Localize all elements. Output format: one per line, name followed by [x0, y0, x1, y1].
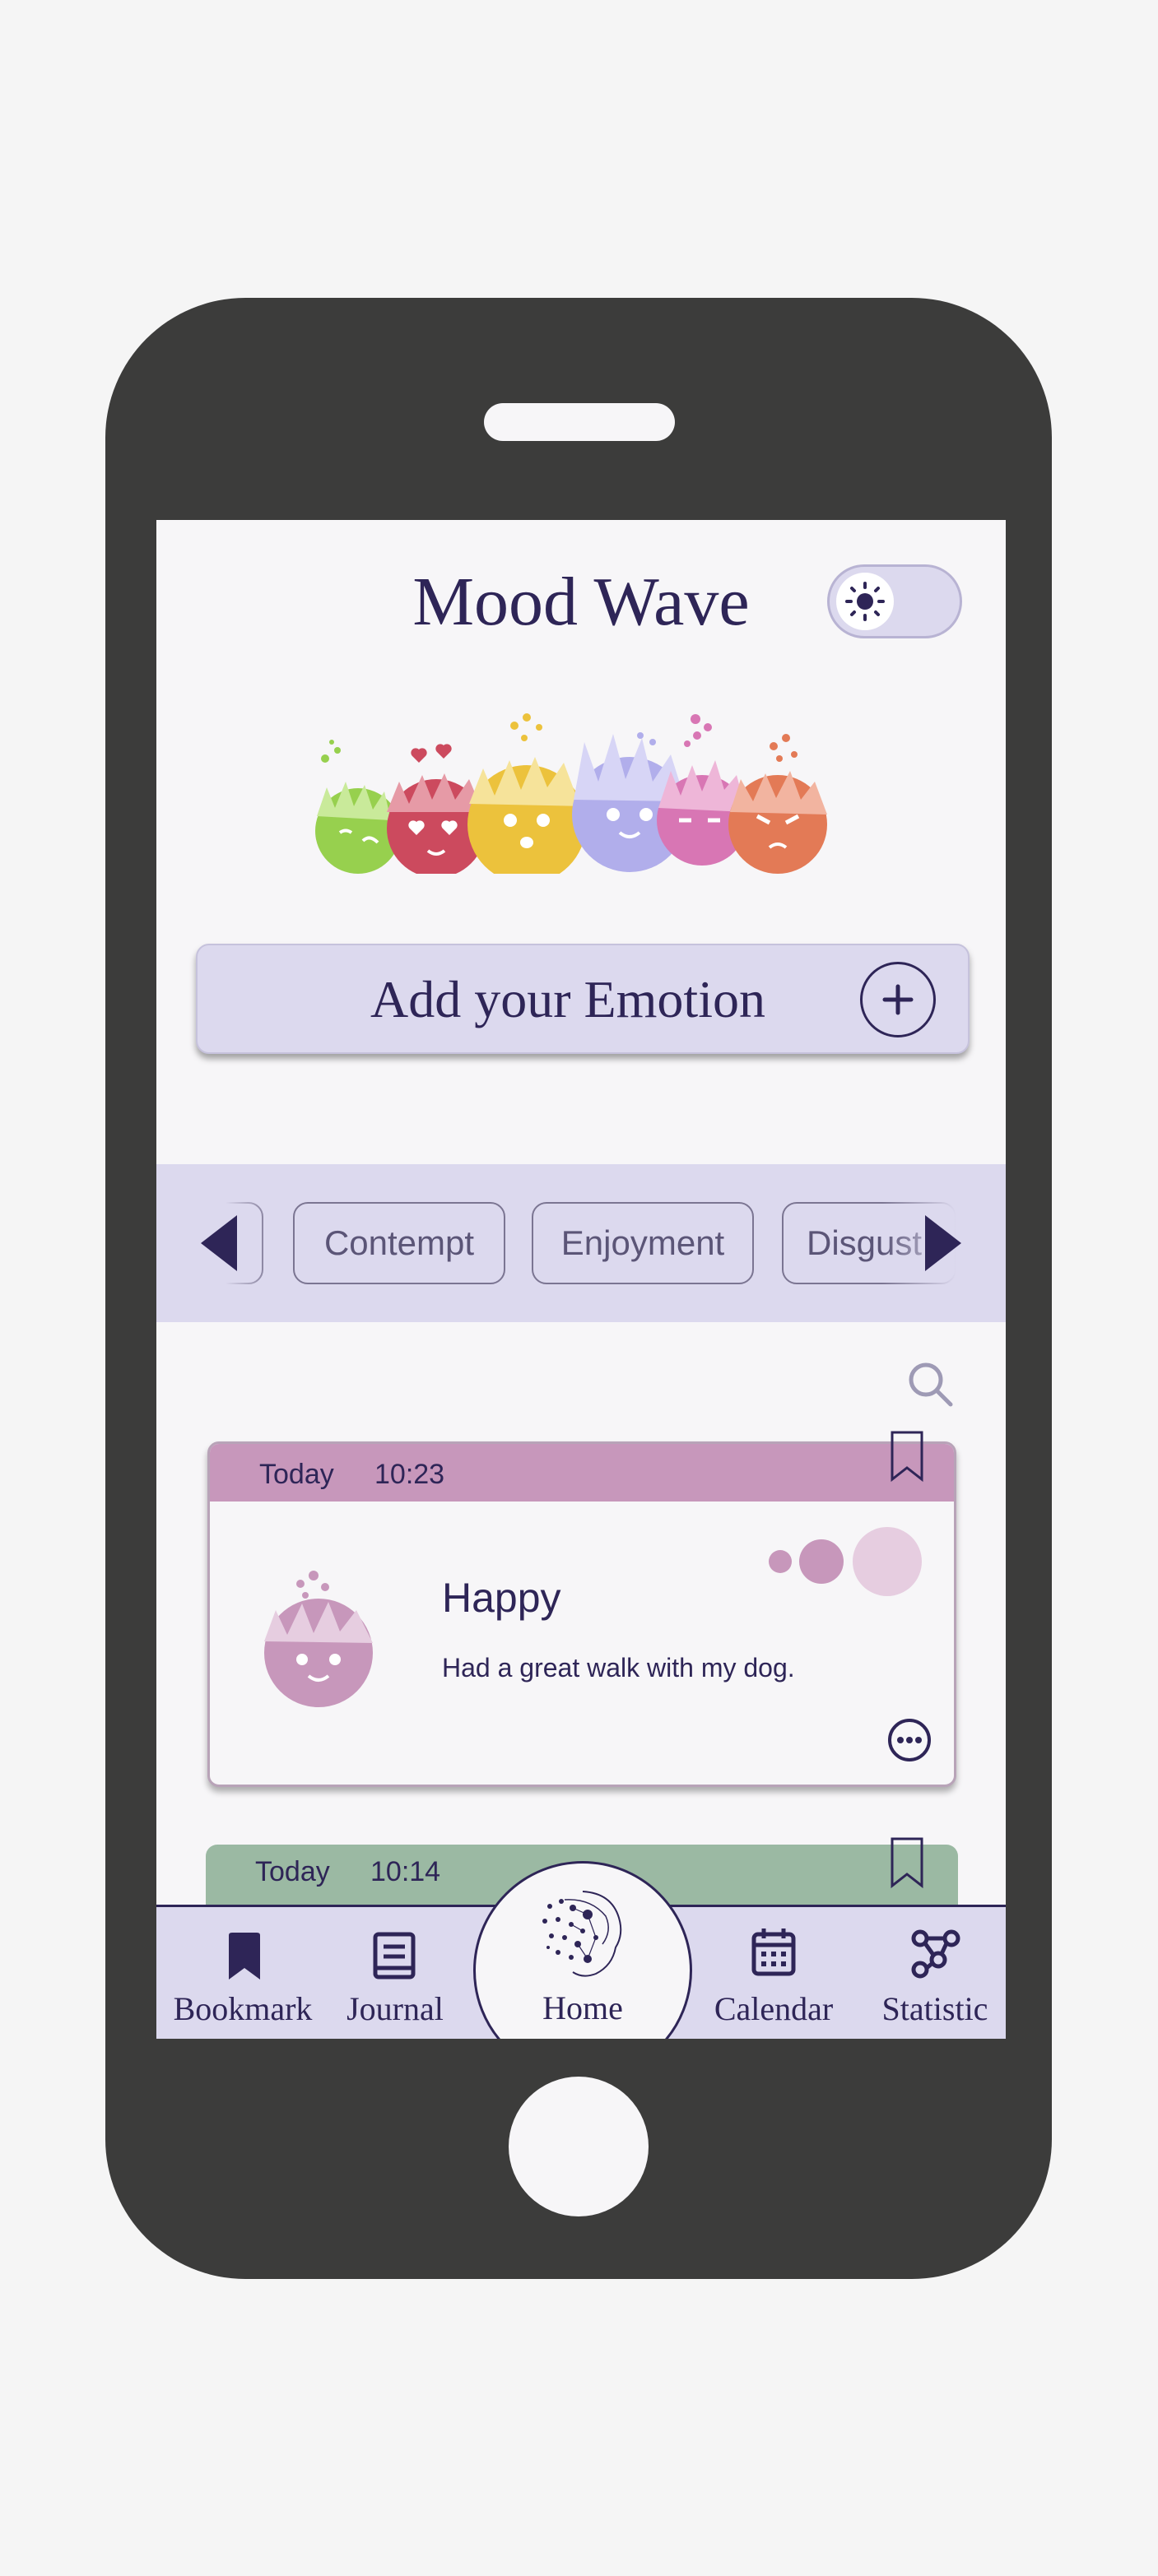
- mood-intensity-dots: [769, 1527, 922, 1596]
- search-icon[interactable]: [905, 1359, 955, 1409]
- app-screen: Mood Wave Add your Emotion Contempt Enjo…: [156, 520, 1006, 2039]
- share-nodes-icon: [911, 1929, 960, 1979]
- bookmark-icon: [229, 1933, 260, 1980]
- entry-date: Today: [255, 1856, 330, 1887]
- tab-label-home: Home: [542, 1989, 623, 2026]
- tab-statistic[interactable]: Statistic: [864, 1907, 1006, 2039]
- tab-label-journal: Journal: [346, 1990, 444, 2027]
- entry-mood-title: Happy: [442, 1575, 561, 1621]
- bookmark-outline-icon[interactable]: [889, 1836, 925, 1889]
- entry-header: Today 10:23: [210, 1444, 954, 1502]
- book-icon: [373, 1932, 416, 1980]
- phone-home-button[interactable]: [509, 2077, 649, 2216]
- more-options-icon[interactable]: [886, 1717, 932, 1763]
- head-network-icon: [542, 1891, 622, 1977]
- bookmark-outline-icon[interactable]: [889, 1430, 925, 1483]
- tab-label-bookmark: Bookmark: [173, 1990, 313, 2027]
- triangle-left-icon[interactable]: [198, 1212, 247, 1274]
- tab-calendar[interactable]: Calendar: [691, 1907, 856, 2039]
- journal-entry-card[interactable]: Today 10:23 Happy Had a great walk with …: [207, 1441, 956, 1787]
- filter-chip-enjoyment[interactable]: Enjoyment: [532, 1202, 754, 1284]
- anger-mascot: [728, 734, 827, 874]
- tab-label-calendar: Calendar: [714, 1990, 834, 2027]
- add-emotion-button[interactable]: Add your Emotion: [196, 944, 970, 1054]
- plus-icon[interactable]: [860, 962, 936, 1037]
- happy-mascot-icon: [264, 1571, 373, 1707]
- surprise-mascot: [467, 713, 587, 874]
- phone-speaker: [484, 403, 675, 441]
- triangle-right-icon[interactable]: [918, 1212, 968, 1274]
- entry-note: Had a great walk with my dog.: [442, 1653, 795, 1683]
- entry-time: 10:14: [370, 1856, 441, 1887]
- disgust-mascot: [315, 740, 401, 874]
- calendar-icon: [751, 1929, 796, 1976]
- tab-bookmark[interactable]: Bookmark: [156, 1907, 312, 2039]
- filter-chip-contempt[interactable]: Contempt: [293, 1202, 505, 1284]
- add-emotion-label: Add your Emotion: [370, 970, 765, 1028]
- entry-time: 10:23: [374, 1459, 445, 1490]
- sun-icon: [836, 573, 894, 630]
- theme-toggle[interactable]: [827, 564, 962, 638]
- entry-date: Today: [259, 1459, 334, 1490]
- tab-label-statistic: Statistic: [881, 1990, 988, 2027]
- tab-journal[interactable]: Journal: [329, 1907, 461, 2039]
- emotion-mascots-illustration: [315, 713, 827, 874]
- emotion-filter-carousel: Contempt Enjoyment Disgust: [156, 1164, 1006, 1322]
